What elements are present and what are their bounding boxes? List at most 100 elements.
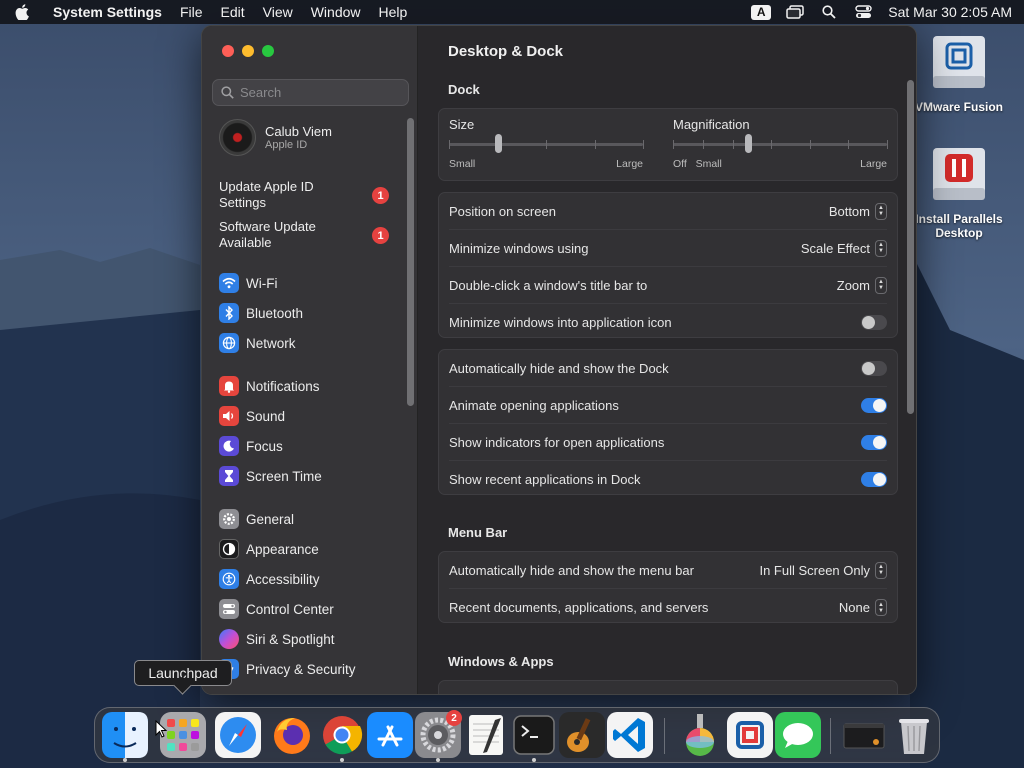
content-scrollbar[interactable] bbox=[907, 80, 914, 414]
setting-row-recent-apps[interactable]: Show recent applications in Dock bbox=[449, 461, 887, 498]
setting-row-animate-apps[interactable]: Animate opening applications bbox=[449, 387, 887, 424]
size-slider-thumb[interactable] bbox=[494, 134, 502, 153]
menu-help[interactable]: Help bbox=[370, 4, 417, 20]
sidebar-item-bluetooth[interactable]: Bluetooth bbox=[219, 302, 303, 324]
sidebar-item-general[interactable]: General bbox=[219, 508, 294, 530]
section-header-windows-apps: Windows & Apps bbox=[448, 654, 554, 669]
notification-badge: 2 bbox=[446, 710, 462, 726]
setting-row-position[interactable]: Position on screen Bottom ▲ ▼ bbox=[449, 193, 887, 230]
menu-app-name[interactable]: System Settings bbox=[44, 4, 171, 20]
bell-icon bbox=[219, 376, 239, 396]
setting-row-autohide-dock[interactable]: Automatically hide and show the Dock bbox=[449, 350, 887, 387]
apple-id-account[interactable]: Calub Viem Apple ID bbox=[219, 119, 332, 156]
control-center-icon[interactable] bbox=[846, 5, 880, 19]
minimize-button[interactable] bbox=[242, 45, 254, 57]
sidebar-item-network[interactable]: Network bbox=[219, 332, 296, 354]
sidebar-item-label: Wi-Fi bbox=[246, 275, 278, 291]
input-source-icon[interactable]: A bbox=[744, 4, 778, 20]
notification-badge: 1 bbox=[372, 187, 389, 204]
sidebar: Calub Viem Apple ID Update Apple ID Sett… bbox=[202, 26, 418, 694]
setting-row-recent-documents[interactable]: Recent documents, applications, and serv… bbox=[449, 589, 887, 626]
notice-update-apple-id[interactable]: Update Apple ID Settings 1 bbox=[219, 179, 389, 211]
menu-bar: System Settings File Edit View Window He… bbox=[0, 0, 1024, 24]
recent-documents-popup[interactable]: None ▲ ▼ bbox=[839, 599, 887, 616]
zoom-button[interactable] bbox=[262, 45, 274, 57]
sidebar-item-control-center[interactable]: Control Center bbox=[219, 598, 334, 620]
desktop-icon-vmware[interactable]: VMware Fusion bbox=[899, 34, 1019, 114]
recent-apps-toggle[interactable] bbox=[861, 472, 887, 487]
app-store-icon[interactable] bbox=[367, 712, 413, 758]
close-button[interactable] bbox=[222, 45, 234, 57]
screen-mirroring-icon[interactable] bbox=[778, 5, 812, 19]
sidebar-scrollbar[interactable] bbox=[407, 118, 414, 406]
desktop-icon-parallels[interactable]: Install Parallels Desktop bbox=[899, 146, 1019, 240]
sidebar-item-label: Notifications bbox=[246, 378, 320, 394]
firefox-icon[interactable] bbox=[269, 712, 315, 758]
sidebar-item-privacy-security[interactable]: Privacy & Security bbox=[219, 658, 356, 680]
sidebar-item-screen-time[interactable]: Screen Time bbox=[219, 465, 322, 487]
search-input[interactable] bbox=[240, 85, 400, 100]
search-field[interactable] bbox=[212, 79, 409, 106]
magnification-label: Magnification bbox=[673, 117, 750, 132]
sidebar-item-label: Appearance bbox=[246, 541, 319, 557]
terminal-icon[interactable] bbox=[511, 712, 557, 758]
sidebar-item-notifications[interactable]: Notifications bbox=[219, 375, 320, 397]
vmware-icon[interactable] bbox=[727, 712, 773, 758]
sidebar-item-appearance[interactable]: Appearance bbox=[219, 538, 319, 560]
menu-clock[interactable]: Sat Mar 30 2:05 AM bbox=[880, 4, 1012, 20]
setting-row-show-indicators[interactable]: Show indicators for open applications bbox=[449, 424, 887, 461]
trash-icon[interactable] bbox=[891, 712, 937, 758]
popup-chevron-icon: ▲ ▼ bbox=[875, 599, 887, 616]
chrome-icon[interactable] bbox=[319, 712, 365, 758]
vscode-icon[interactable] bbox=[607, 712, 653, 758]
menu-file[interactable]: File bbox=[171, 4, 212, 20]
menu-window[interactable]: Window bbox=[302, 4, 370, 20]
safari-icon[interactable] bbox=[215, 712, 261, 758]
dock-behavior-panel: Automatically hide and show the Dock Ani… bbox=[438, 349, 898, 495]
show-indicators-toggle[interactable] bbox=[861, 434, 887, 450]
popup-value: Bottom bbox=[828, 203, 870, 219]
minimize-effect-popup[interactable]: Scale Effect ▲ ▼ bbox=[801, 239, 887, 257]
autohide-menubar-popup[interactable]: In Full Screen Only ▲ ▼ bbox=[759, 561, 887, 579]
autohide-dock-toggle[interactable] bbox=[861, 360, 887, 376]
setting-row-double-click[interactable]: Double-click a window's title bar to Zoo… bbox=[449, 267, 887, 304]
page-title: Desktop & Dock bbox=[448, 43, 564, 60]
sidebar-item-siri-spotlight[interactable]: Siri & Spotlight bbox=[219, 628, 335, 650]
bluetooth-icon bbox=[219, 303, 239, 323]
minimize-into-icon-toggle[interactable] bbox=[861, 315, 887, 330]
setting-row-minimize-into-icon[interactable]: Minimize windows into application icon bbox=[449, 304, 887, 341]
menu-edit[interactable]: Edit bbox=[212, 4, 254, 20]
textedit-icon[interactable] bbox=[463, 712, 509, 758]
setting-label: Automatically hide and show the Dock bbox=[449, 360, 669, 376]
sidebar-item-label: Bluetooth bbox=[246, 305, 304, 321]
disk-utility-icon[interactable] bbox=[677, 712, 723, 758]
sidebar-item-wifi[interactable]: Wi-Fi bbox=[219, 272, 277, 294]
avatar bbox=[219, 119, 256, 156]
sidebar-item-label: Focus bbox=[246, 438, 283, 454]
garageband-icon[interactable] bbox=[559, 712, 605, 758]
size-slider[interactable] bbox=[449, 134, 644, 153]
finder-icon[interactable] bbox=[102, 712, 148, 758]
setting-row-autohide-menubar[interactable]: Automatically hide and show the menu bar… bbox=[449, 552, 887, 589]
popup-chevron-icon: ▲ ▼ bbox=[875, 561, 887, 579]
apple-menu-icon[interactable] bbox=[0, 4, 44, 20]
notice-software-update[interactable]: Software Update Available 1 bbox=[219, 219, 389, 251]
appearance-icon bbox=[219, 539, 239, 559]
magnification-slider-thumb[interactable] bbox=[744, 134, 752, 153]
setting-label: Show recent applications in Dock bbox=[449, 472, 641, 487]
spotlight-search-icon[interactable] bbox=[812, 5, 846, 19]
messages-icon[interactable] bbox=[775, 712, 821, 758]
size-label: Size bbox=[449, 117, 475, 132]
position-popup[interactable]: Bottom ▲ ▼ bbox=[828, 202, 887, 220]
magnification-slider[interactable] bbox=[673, 134, 888, 153]
animate-apps-toggle[interactable] bbox=[861, 397, 887, 413]
menu-view[interactable]: View bbox=[254, 4, 302, 20]
sidebar-item-focus[interactable]: Focus bbox=[219, 435, 283, 457]
sidebar-item-accessibility[interactable]: Accessibility bbox=[219, 568, 320, 590]
setting-row-minimize-effect[interactable]: Minimize windows using Scale Effect ▲ ▼ bbox=[449, 230, 887, 267]
double-click-popup[interactable]: Zoom ▲ ▼ bbox=[837, 276, 887, 294]
sidebar-item-sound[interactable]: Sound bbox=[219, 405, 285, 427]
setting-label: Double-click a window's title bar to bbox=[449, 277, 648, 293]
minimized-window-icon[interactable] bbox=[841, 712, 887, 758]
sidebar-item-label: Control Center bbox=[246, 601, 334, 617]
